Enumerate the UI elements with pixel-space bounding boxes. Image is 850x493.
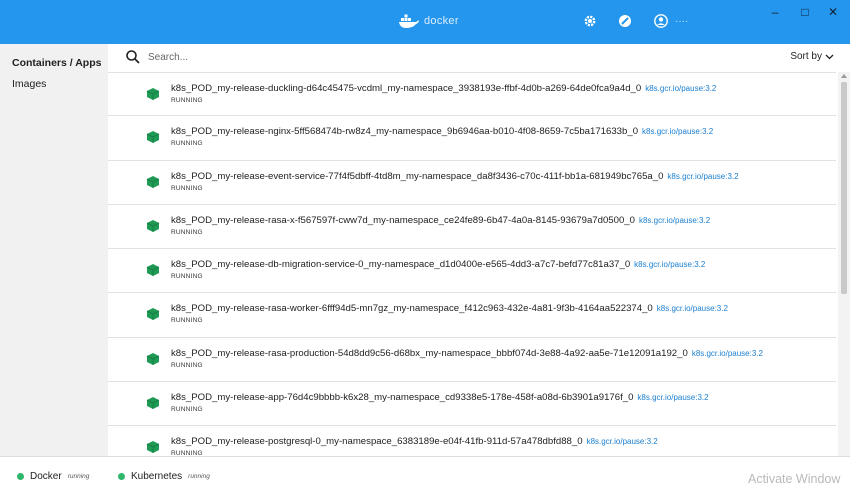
- scroll-up-arrow[interactable]: [841, 74, 847, 78]
- container-name: k8s_POD_my-release-app-76d4c9bbbb-k6x28_…: [171, 392, 709, 403]
- container-icon: [146, 175, 160, 188]
- container-list: k8s_POD_my-release-duckling-d64c45475-vc…: [108, 72, 836, 456]
- container-name: k8s_POD_my-release-rasa-production-54d8d…: [171, 348, 763, 359]
- docker-desktop-window: docker ···· – □ ✕ Containers / Apps Imag…: [0, 0, 850, 493]
- container-image-link[interactable]: k8s.gcr.io/pause:3.2: [587, 437, 658, 446]
- container-image-link[interactable]: k8s.gcr.io/pause:3.2: [642, 127, 713, 136]
- container-image-link[interactable]: k8s.gcr.io/pause:3.2: [637, 393, 708, 402]
- sort-by-dropdown[interactable]: Sort by: [790, 51, 834, 62]
- gear-icon[interactable]: [581, 12, 599, 30]
- sort-by-label: Sort by: [790, 51, 822, 62]
- container-row[interactable]: k8s_POD_my-release-event-service-77f4f5d…: [108, 161, 836, 205]
- container-status: RUNNING: [171, 273, 203, 281]
- container-row[interactable]: k8s_POD_my-release-rasa-worker-6fff94d5-…: [108, 293, 836, 338]
- sidebar-item-containers[interactable]: Containers / Apps: [12, 57, 101, 69]
- container-name: k8s_POD_my-release-nginx-5ff568474b-rw8z…: [171, 126, 713, 137]
- maximize-button[interactable]: □: [796, 4, 814, 20]
- whale-bug-icon[interactable]: [616, 12, 634, 30]
- activate-windows-watermark: Activate Window: [748, 472, 841, 486]
- kubernetes-status-text: running: [188, 473, 210, 480]
- status-bar: Docker running Kubernetes running Activa…: [0, 456, 850, 493]
- container-icon: [146, 308, 160, 321]
- chevron-down-icon: [825, 54, 834, 59]
- kubernetes-status: Kubernetes running: [118, 471, 210, 482]
- container-status: RUNNING: [171, 184, 203, 192]
- container-icon: [146, 264, 160, 277]
- container-status: RUNNING: [171, 317, 203, 325]
- containers-panel: Sort by k8s_POD_my-release-duckling-d64c…: [108, 44, 850, 456]
- container-row[interactable]: k8s_POD_my-release-db-migration-service-…: [108, 249, 836, 294]
- search-input[interactable]: [148, 49, 548, 65]
- user-name[interactable]: ····: [675, 16, 688, 27]
- container-name-text: k8s_POD_my-release-rasa-production-54d8d…: [171, 347, 688, 359]
- container-image-link[interactable]: k8s.gcr.io/pause:3.2: [634, 260, 705, 269]
- docker-status: Docker running: [17, 471, 89, 482]
- container-status: RUNNING: [171, 406, 203, 414]
- docker-status-dot: [17, 473, 24, 480]
- docker-logo: docker: [398, 13, 459, 29]
- container-name-text: k8s_POD_my-release-rasa-worker-6fff94d5-…: [171, 303, 653, 315]
- sidebar: Containers / Apps Images: [0, 44, 108, 456]
- container-image-link[interactable]: k8s.gcr.io/pause:3.2: [667, 172, 738, 181]
- brand-text: docker: [424, 15, 459, 27]
- container-row[interactable]: k8s_POD_my-release-postgresql-0_my-names…: [108, 426, 836, 456]
- docker-status-text: running: [67, 473, 90, 480]
- container-name: k8s_POD_my-release-rasa-worker-6fff94d5-…: [171, 303, 728, 314]
- container-name-text: k8s_POD_my-release-duckling-d64c45475-vc…: [171, 83, 642, 94]
- minimize-button[interactable]: –: [766, 4, 784, 20]
- container-image-link[interactable]: k8s.gcr.io/pause:3.2: [639, 216, 710, 225]
- container-name-text: k8s_POD_my-release-nginx-5ff568474b-rw8z…: [171, 126, 639, 138]
- container-row[interactable]: k8s_POD_my-release-rasa-x-f567597f-cww7d…: [108, 205, 836, 250]
- close-button[interactable]: ✕: [824, 4, 842, 20]
- sidebar-item-images[interactable]: Images: [12, 78, 46, 90]
- container-name: k8s_POD_my-release-db-migration-service-…: [171, 259, 705, 270]
- docker-status-label: Docker: [30, 471, 62, 482]
- container-image-link[interactable]: k8s.gcr.io/pause:3.2: [657, 304, 728, 313]
- user-icon[interactable]: [652, 12, 670, 30]
- kubernetes-status-dot: [118, 473, 125, 480]
- container-status: RUNNING: [171, 361, 203, 369]
- kubernetes-status-label: Kubernetes: [131, 471, 183, 482]
- container-row[interactable]: k8s_POD_my-release-nginx-5ff568474b-rw8z…: [108, 116, 836, 161]
- whale-icon: [399, 14, 419, 28]
- container-name-text: k8s_POD_my-release-db-migration-service-…: [171, 259, 631, 271]
- search-bar: Sort by: [108, 44, 850, 72]
- container-icon: [146, 441, 160, 454]
- container-image-link[interactable]: k8s.gcr.io/pause:3.2: [645, 84, 716, 93]
- container-icon: [146, 88, 160, 100]
- container-status: RUNNING: [171, 97, 203, 104]
- container-row[interactable]: k8s_POD_my-release-rasa-production-54d8d…: [108, 338, 836, 383]
- container-name: k8s_POD_my-release-duckling-d64c45475-vc…: [171, 83, 716, 94]
- container-name-text: k8s_POD_my-release-rasa-x-f567597f-cww7d…: [171, 214, 635, 226]
- container-row[interactable]: k8s_POD_my-release-duckling-d64c45475-vc…: [108, 72, 836, 117]
- container-name-text: k8s_POD_my-release-event-service-77f4f5d…: [171, 170, 664, 182]
- container-name-text: k8s_POD_my-release-app-76d4c9bbbb-k6x28_…: [171, 392, 634, 404]
- container-name-text: k8s_POD_my-release-postgresql-0_my-names…: [171, 436, 583, 448]
- container-name: k8s_POD_my-release-rasa-x-f567597f-cww7d…: [171, 215, 710, 226]
- container-icon: [146, 352, 160, 365]
- container-icon: [146, 397, 160, 410]
- container-status: RUNNING: [171, 228, 203, 236]
- search-icon: [126, 50, 140, 64]
- container-name: k8s_POD_my-release-postgresql-0_my-names…: [171, 436, 658, 447]
- container-image-link[interactable]: k8s.gcr.io/pause:3.2: [692, 349, 763, 358]
- scrollbar-thumb[interactable]: [841, 82, 847, 294]
- container-status: RUNNING: [171, 140, 203, 148]
- container-row[interactable]: k8s_POD_my-release-app-76d4c9bbbb-k6x28_…: [108, 382, 836, 427]
- container-icon: [146, 131, 160, 144]
- container-icon: [146, 219, 160, 232]
- container-name: k8s_POD_my-release-event-service-77f4f5d…: [171, 171, 739, 182]
- title-bar: docker ···· – □ ✕: [0, 0, 850, 44]
